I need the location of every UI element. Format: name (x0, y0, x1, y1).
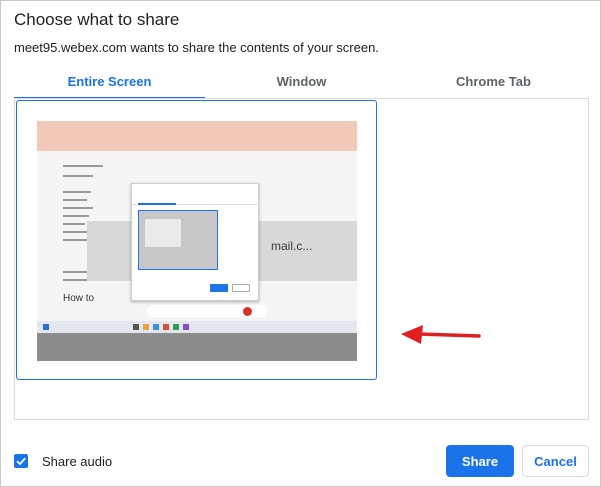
share-button[interactable]: Share (446, 445, 514, 477)
share-dialog: Choose what to share meet95.webex.com wa… (0, 0, 601, 487)
dialog-subtitle: meet95.webex.com wants to share the cont… (14, 40, 379, 55)
tab-bar: Entire Screen Window Chrome Tab (14, 67, 589, 99)
screen-thumbnail: mail.c... How to (37, 121, 357, 361)
entire-screen-option[interactable]: mail.c... How to (16, 100, 377, 380)
arrow-left-icon (401, 325, 481, 344)
cancel-button[interactable]: Cancel (522, 445, 589, 477)
thumbnail-nested-dialog (131, 183, 260, 301)
thumbnail-heading-text: How to (63, 293, 95, 304)
thumbnail-browser-bar (37, 121, 357, 151)
source-list: mail.c... How to (14, 99, 589, 420)
dialog-title: Choose what to share (14, 10, 180, 29)
tab-window[interactable]: Window (206, 67, 397, 99)
share-audio-checkbox[interactable] (14, 454, 28, 468)
thumbnail-bottom-band (37, 333, 357, 361)
thumbnail-mail-text: mail.c... (271, 239, 313, 253)
share-audio-toggle[interactable]: Share audio (14, 453, 112, 469)
tab-chrome-tab[interactable]: Chrome Tab (398, 67, 589, 99)
tab-entire-screen[interactable]: Entire Screen (14, 67, 205, 99)
thumbnail-taskbar (37, 321, 357, 333)
share-audio-label: Share audio (42, 453, 113, 469)
check-icon (16, 457, 26, 466)
thumbnail-end-call-icon (243, 307, 252, 316)
